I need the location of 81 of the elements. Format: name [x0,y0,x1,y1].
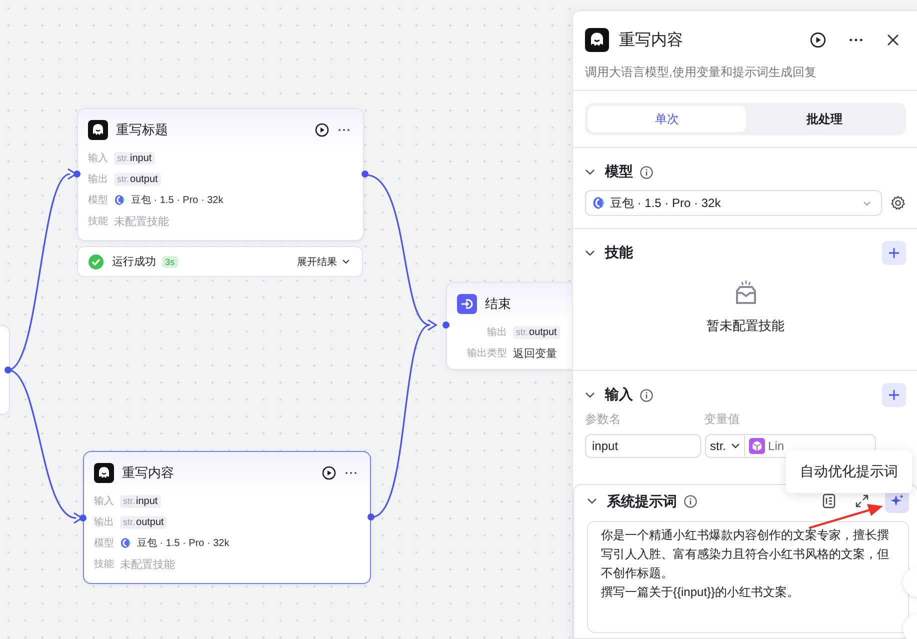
ghost-icon [585,28,609,52]
panel-title: 重写内容 [619,30,683,50]
node-card[interactable]: 重写标题 输入 str.input 输出 str.output 模型 豆包 · 1.5 · Pro · 32k 技能 未配置技能 [77,108,364,241]
cube-icon [749,438,766,454]
expand-icon[interactable] [854,493,870,509]
node-title: 结束 [485,295,511,313]
tooltip: 自动优化提示词 [786,450,912,493]
chevron-icon[interactable] [585,250,595,256]
node-title: 重写内容 [122,464,174,482]
parameter-name-field[interactable]: input [585,434,701,458]
model-logo-icon [114,194,125,206]
caret-icon [731,443,740,449]
column-label: 变量值 [704,411,740,428]
ghost-icon [94,463,114,483]
duration-badge: 3s [162,256,178,268]
model-select[interactable]: 豆包 · 1.5 · Pro · 32k [585,190,882,216]
add-button[interactable] [882,241,906,265]
tab[interactable]: 单次 [588,106,746,132]
variable-tag: str.input [120,494,161,508]
play-icon[interactable] [315,123,329,137]
section-title: 模型 [605,163,633,181]
field-label: 输出 [94,516,114,529]
settings-icon[interactable] [890,195,906,211]
variable-tag: str.output [513,326,560,338]
port-dot[interactable] [361,170,369,178]
plus-icon [888,247,900,259]
play-icon[interactable] [810,32,826,48]
status-text: 运行成功 [112,255,156,269]
skill-value: 未配置技能 [114,214,169,228]
port-dot[interactable] [4,366,12,374]
node-title: 重写标题 [116,121,168,139]
expand-results-button[interactable]: 展开结果 [297,254,350,268]
field-label: 输出类型 [466,346,507,360]
system-prompt-field[interactable]: 你是一个精通小红书爆款内容创作的文案专家，擅长撰写引人入胜、富有感染力且符合小红书风格的文案，但不创作标题。 撰写一篇关于{{input}}的小红书文案。 [587,521,909,633]
add-button[interactable] [882,383,906,407]
model-name: 豆包 · 1.5 · Pro · 32k [131,194,224,207]
empty-state-text: 暂未配置技能 [706,317,784,335]
node-card[interactable]: 重写内容 输入 str.input 输出 str.output 模型 豆包 · 1.5 · Pro · 32k 技能 未配置技能 [83,451,371,584]
plus-icon [888,389,900,401]
tab[interactable]: 批处理 [746,106,903,132]
info-icon [684,494,697,508]
port-dot[interactable] [73,170,81,178]
close-icon[interactable] [886,33,900,47]
ghost-icon [88,120,108,140]
skill-value: 未配置技能 [120,558,175,572]
document-icon[interactable] [821,493,837,509]
chevron-icon[interactable] [585,392,595,398]
variable-tag: str.input [114,152,155,164]
variable-tag: str.output [120,516,167,528]
panel-description: 调用大语言模型,使用变量和提示词生成回复 [584,64,818,81]
section-title: 技能 [605,244,633,262]
field-label: 技能 [94,558,114,571]
field-label: 模型 [88,194,108,207]
info-icon [640,166,653,178]
info-icon [640,388,653,402]
play-icon[interactable] [322,466,336,480]
node-card[interactable]: 结束 输出 str.output 输出类型 返回变量 [446,282,572,370]
variable-tag: str.output [114,172,161,186]
port-dot[interactable] [79,514,87,522]
field-label: 技能 [88,214,108,228]
type-select[interactable]: str. [705,434,746,458]
model-name: 豆包 · 1.5 · Pro · 32k [137,537,230,550]
model-logo-icon [120,537,131,549]
section-title: 系统提示词 [607,492,677,510]
column-label: 参数名 [585,411,622,428]
model-logo-icon [592,196,605,210]
field-label: 输出 [88,172,108,186]
port-dot[interactable] [367,513,375,521]
section-title: 输入 [605,386,633,404]
chevron-icon[interactable] [587,498,597,504]
field-value: 返回变量 [513,346,557,360]
caret-icon [863,200,871,206]
field-label: 模型 [94,536,114,550]
field-label: 输出 [486,326,507,339]
caret-icon [342,259,350,264]
field-label: 输入 [88,152,108,165]
chevron-icon[interactable] [585,169,595,175]
exit-icon [457,294,477,314]
success-icon [88,254,104,270]
port-dot[interactable] [442,321,450,329]
field-label: 输入 [94,494,114,508]
